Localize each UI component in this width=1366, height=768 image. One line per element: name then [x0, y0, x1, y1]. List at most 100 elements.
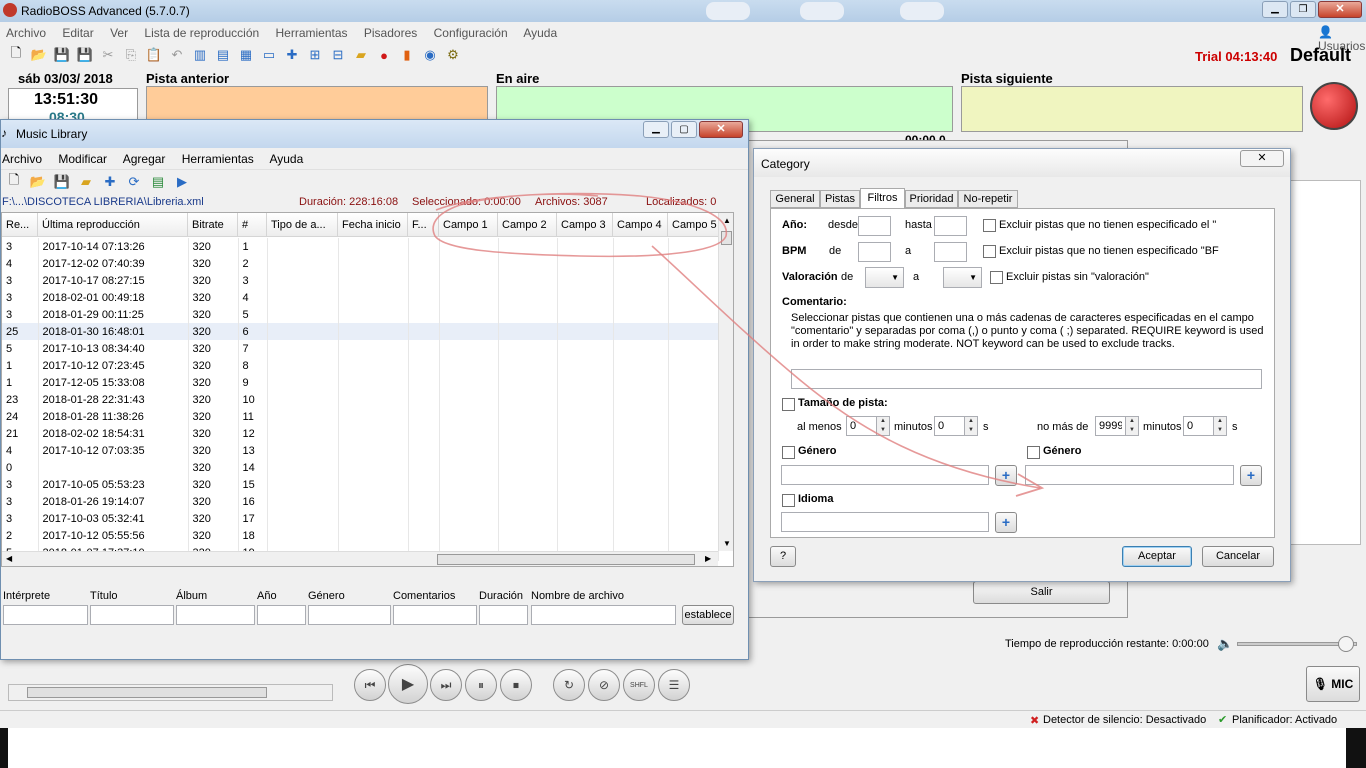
grid-vscroll[interactable]: ▲ ▼	[718, 213, 733, 551]
add-folder-icon[interactable]: ⊞	[305, 45, 325, 65]
undo-icon[interactable]: ↶	[167, 45, 187, 65]
col-campo1[interactable]: Campo 1	[439, 213, 498, 237]
help-button[interactable]: ?	[770, 546, 796, 567]
table-row[interactable]: 1 2017-10-12 07:23:45 320 8	[2, 357, 719, 374]
lib-refresh-icon[interactable]: ⟳	[124, 172, 144, 192]
scroll-thumb[interactable]	[27, 687, 267, 698]
stats-icon[interactable]: ▮	[397, 45, 417, 65]
shuffle-button[interactable]: SHFL	[623, 669, 655, 701]
genero2-checkbox[interactable]	[1027, 446, 1040, 459]
filter-album-input[interactable]	[176, 605, 255, 625]
col-campo4[interactable]: Campo 4	[613, 213, 668, 237]
max-segundos-spinner[interactable]: ▲ ▼	[1213, 416, 1227, 436]
next-button[interactable]: ⏭	[430, 669, 462, 701]
vscroll-up-icon[interactable]: ▲	[723, 216, 731, 225]
genero-add-button[interactable]: +	[995, 465, 1017, 486]
min-segundos-spinner[interactable]: ▲ ▼	[964, 416, 978, 436]
excluir-valoracion-checkbox[interactable]	[990, 271, 1003, 284]
lib-book-icon[interactable]: ▤	[148, 172, 168, 192]
table-row[interactable]: 21 2018-02-02 18:54:31 320 12	[2, 425, 719, 442]
idioma-checkbox[interactable]	[782, 494, 795, 507]
new-icon[interactable]: 🗋	[6, 45, 26, 65]
lib-menu-herramientas[interactable]: Herramientas	[182, 152, 254, 166]
max-minutos-spinner[interactable]: ▲ ▼	[1125, 416, 1139, 436]
filter-nombre-input[interactable]	[531, 605, 676, 625]
table-row[interactable]: 25 2018-01-30 16:48:01 320 6	[2, 323, 719, 340]
table-row[interactable]: 3 2017-10-05 05:53:23 320 15	[2, 476, 719, 493]
lib-menu-archivo[interactable]: Archivo	[2, 152, 42, 166]
lib-menu-modificar[interactable]: Modificar	[58, 152, 107, 166]
table-row[interactable]: 3 2018-01-26 19:14:07 320 16	[2, 493, 719, 510]
idioma-add-button[interactable]: +	[995, 512, 1017, 533]
add-track-icon[interactable]: ✚	[282, 45, 302, 65]
layout-2-icon[interactable]: ▤	[213, 45, 233, 65]
table-row[interactable]: 24 2018-01-28 11:38:26 320 11	[2, 408, 719, 425]
genero-input[interactable]	[781, 465, 989, 485]
tab-filtros[interactable]: Filtros	[860, 188, 905, 209]
grid-hscroll[interactable]: ◀ ▶	[2, 551, 718, 566]
category-close-button[interactable]: ✕	[1240, 150, 1284, 167]
table-row[interactable]: 2 2017-10-12 05:55:56 320 18	[2, 527, 719, 544]
layout-1-icon[interactable]: ▥	[190, 45, 210, 65]
table-row[interactable]: 0 320 14	[2, 459, 719, 476]
lib-new-icon[interactable]: 🗋	[4, 172, 24, 192]
idioma-input[interactable]	[781, 512, 989, 532]
bottom-left-scrollbar[interactable]	[8, 684, 333, 701]
library-maximize-button[interactable]: ▢	[671, 121, 697, 138]
close-button[interactable]: ✕	[1318, 1, 1362, 18]
table-row[interactable]: 3 2017-10-14 07:13:26 320 1	[2, 238, 719, 255]
volume-slider[interactable]	[1237, 636, 1357, 652]
min-minutos-input[interactable]	[846, 416, 877, 436]
library-minimize-button[interactable]: ▁	[643, 121, 669, 138]
col-tipo[interactable]: Tipo de a...	[267, 213, 338, 237]
volume-icon[interactable]: 🔈	[1217, 636, 1233, 652]
block-button[interactable]: ⊘	[588, 669, 620, 701]
col-fecha[interactable]: Fecha inicio	[338, 213, 408, 237]
table-row[interactable]: 3 2018-01-29 00:11:25 320 5	[2, 306, 719, 323]
filter-anio-input[interactable]	[257, 605, 306, 625]
valoracion-a-select[interactable]: ▼	[943, 267, 982, 288]
speaker-icon[interactable]	[1310, 82, 1358, 130]
lib-save-icon[interactable]: 💾	[52, 172, 72, 192]
menu-lista[interactable]: Lista de reproducción	[144, 26, 259, 40]
lib-open-icon[interactable]: 📂	[28, 172, 48, 192]
vscroll-down-icon[interactable]: ▼	[723, 539, 731, 548]
volume-thumb[interactable]	[1338, 636, 1354, 652]
comentario-input[interactable]	[791, 369, 1262, 389]
col-campo5[interactable]: Campo 5	[668, 213, 720, 237]
settings-icon[interactable]: ⚙	[443, 45, 463, 65]
lib-add-files-icon[interactable]: ✚	[100, 172, 120, 192]
open-icon[interactable]: 📂	[29, 45, 49, 65]
col-f[interactable]: F...	[408, 213, 439, 237]
save-all-icon[interactable]: 💾	[75, 45, 95, 65]
anio-hasta-input[interactable]	[934, 216, 967, 236]
record-icon[interactable]: ●	[374, 45, 394, 65]
cut-icon[interactable]: ✂	[98, 45, 118, 65]
valoracion-de-select[interactable]: ▼	[865, 267, 904, 288]
library-close-button[interactable]: ✕	[699, 121, 743, 138]
save-icon[interactable]: 💾	[52, 45, 72, 65]
excluir-anio-checkbox[interactable]	[983, 219, 996, 232]
col-bitrate[interactable]: Bitrate	[188, 213, 238, 237]
table-row[interactable]: 4 2017-12-02 07:40:39 320 2	[2, 255, 719, 272]
filter-titulo-input[interactable]	[90, 605, 174, 625]
col-re[interactable]: Re...	[2, 213, 38, 237]
establecer-button[interactable]: establece	[682, 605, 734, 625]
play-button[interactable]: ▶	[388, 664, 428, 704]
paste-icon[interactable]: 📋	[144, 45, 164, 65]
menu-configuracion[interactable]: Configuración	[434, 26, 508, 40]
filter-interprete-input[interactable]	[3, 605, 88, 625]
filter-genero-input[interactable]	[308, 605, 391, 625]
menu-pisadores[interactable]: Pisadores	[364, 26, 417, 40]
filter-duracion-input[interactable]	[479, 605, 528, 625]
copy-icon[interactable]: ⎘	[121, 45, 141, 65]
mic-button[interactable]: 🎙 MIC	[1306, 666, 1360, 702]
genero-checkbox[interactable]	[782, 446, 795, 459]
lib-menu-agregar[interactable]: Agregar	[123, 152, 166, 166]
menu-editar[interactable]: Editar	[62, 26, 93, 40]
filter-comentarios-input[interactable]	[393, 605, 477, 625]
lib-play-icon[interactable]: ▶	[172, 172, 192, 192]
col-campo2[interactable]: Campo 2	[498, 213, 557, 237]
layout-3-icon[interactable]: ▦	[236, 45, 256, 65]
lib-add-folder-icon[interactable]: ▰	[76, 172, 96, 192]
